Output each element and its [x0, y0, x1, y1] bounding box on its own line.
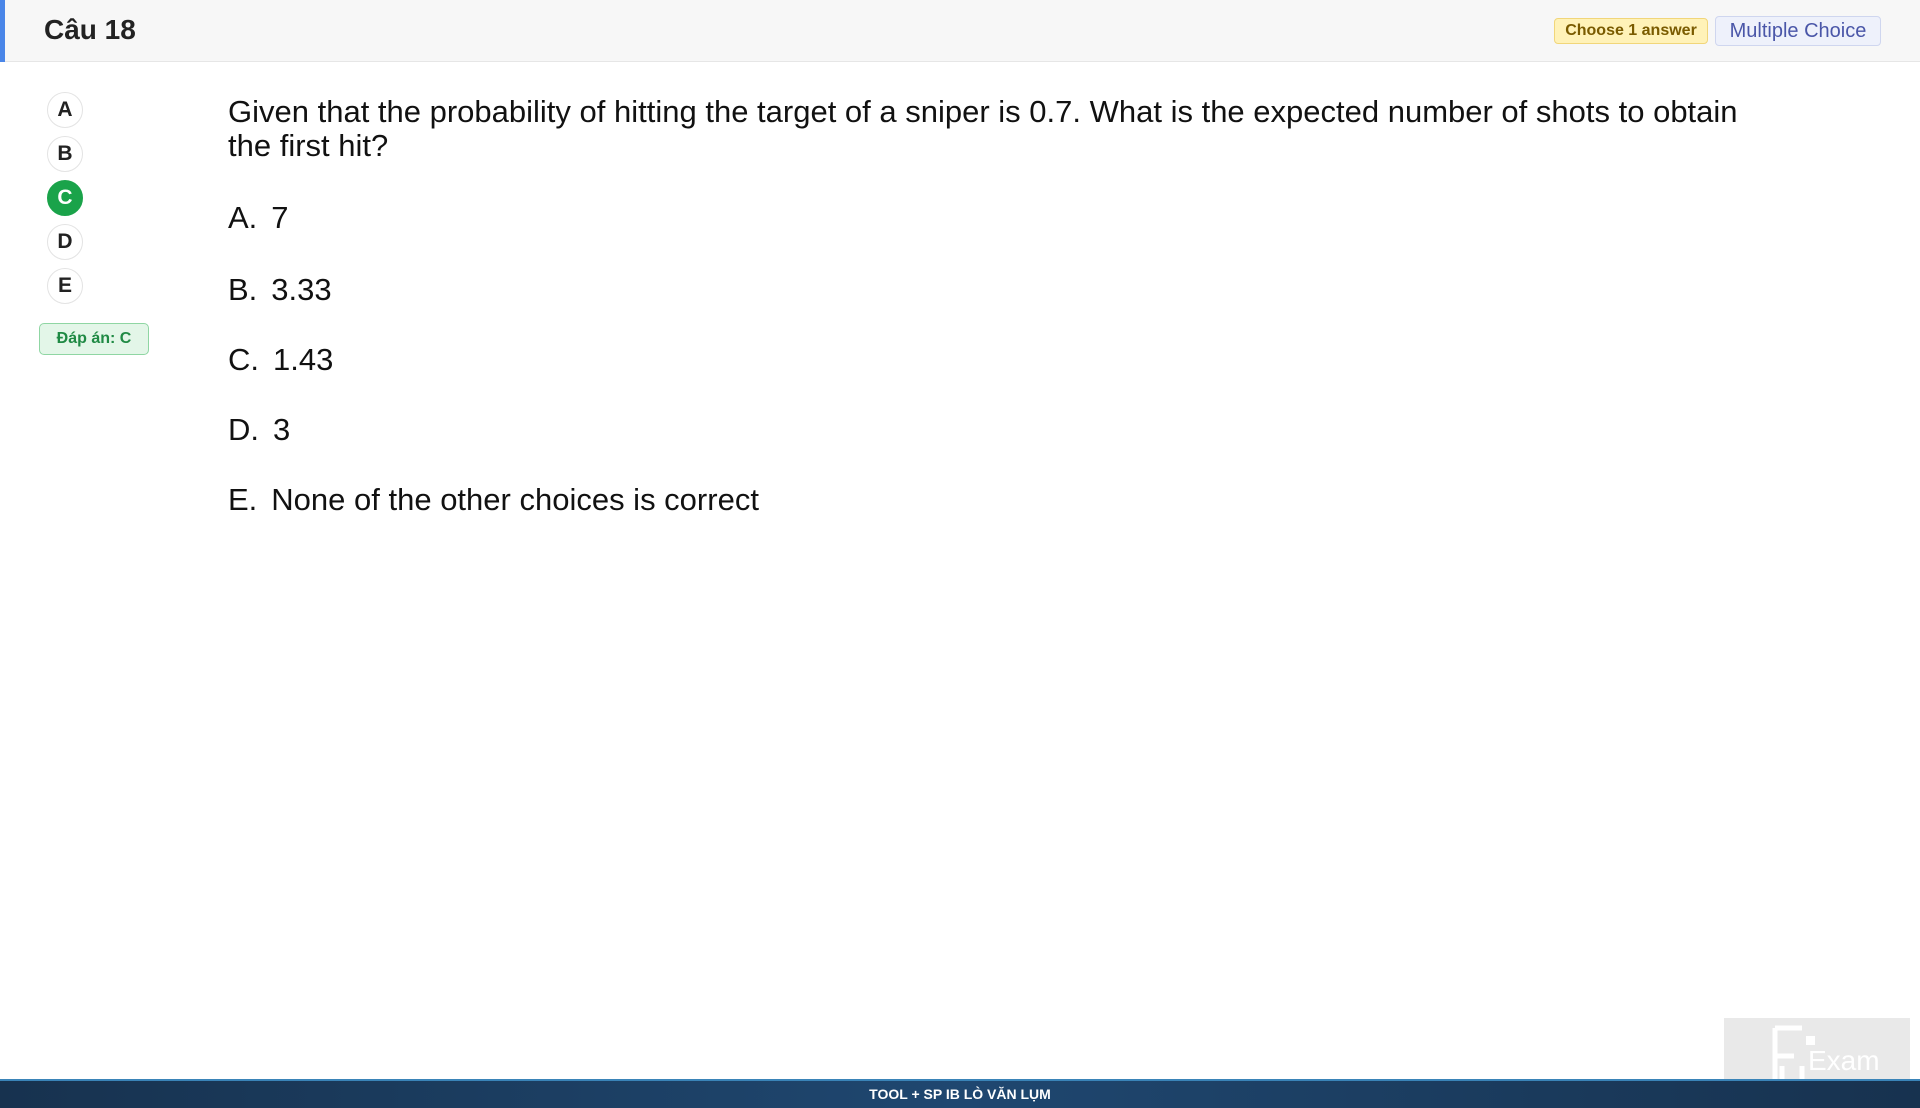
- choice-c-text: 1.43: [273, 342, 334, 377]
- choice-b-text: 3.33: [271, 272, 332, 307]
- choice-b: B. 3.33: [228, 272, 332, 308]
- choice-e-text: None of the other choices is correct: [271, 482, 759, 517]
- choice-d: D. 3: [228, 412, 290, 448]
- choice-a: A. 7: [228, 200, 289, 236]
- choice-c-letter: C.: [228, 342, 259, 377]
- choice-e: E. None of the other choices is correct: [228, 482, 759, 518]
- option-a-button[interactable]: A: [47, 92, 83, 128]
- choice-c: C. 1.43: [228, 342, 333, 378]
- footer-text: TOOL + SP IB LÒ VĂN LỤM: [869, 1086, 1051, 1102]
- question-title: Câu 18: [44, 14, 136, 45]
- question-text: Given that the probability of hitting th…: [228, 94, 1738, 163]
- choice-d-text: 3: [273, 412, 291, 447]
- footer-bar: TOOL + SP IB LÒ VĂN LỤM: [0, 1079, 1920, 1108]
- option-b-button[interactable]: B: [47, 136, 83, 172]
- choice-b-letter: B.: [228, 272, 258, 307]
- watermark-text: Exam: [1808, 1045, 1880, 1076]
- question-type-badge: Multiple Choice: [1715, 16, 1881, 46]
- header-accent-bar: [0, 0, 5, 62]
- option-c-button[interactable]: C: [47, 180, 83, 216]
- choice-e-letter: E.: [228, 482, 258, 517]
- option-d-button[interactable]: D: [47, 224, 83, 260]
- choose-count-badge: Choose 1 answer: [1554, 18, 1708, 44]
- exam-page: Câu 18 Choose 1 answer Multiple Choice A…: [0, 0, 1920, 1108]
- correct-answer-badge: Đáp án: C: [39, 323, 149, 355]
- choice-a-text: 7: [271, 200, 289, 235]
- question-header: Câu 18 Choose 1 answer Multiple Choice: [0, 0, 1920, 62]
- choice-a-letter: A.: [228, 200, 258, 235]
- option-e-button[interactable]: E: [47, 268, 83, 304]
- choice-d-letter: D.: [228, 412, 259, 447]
